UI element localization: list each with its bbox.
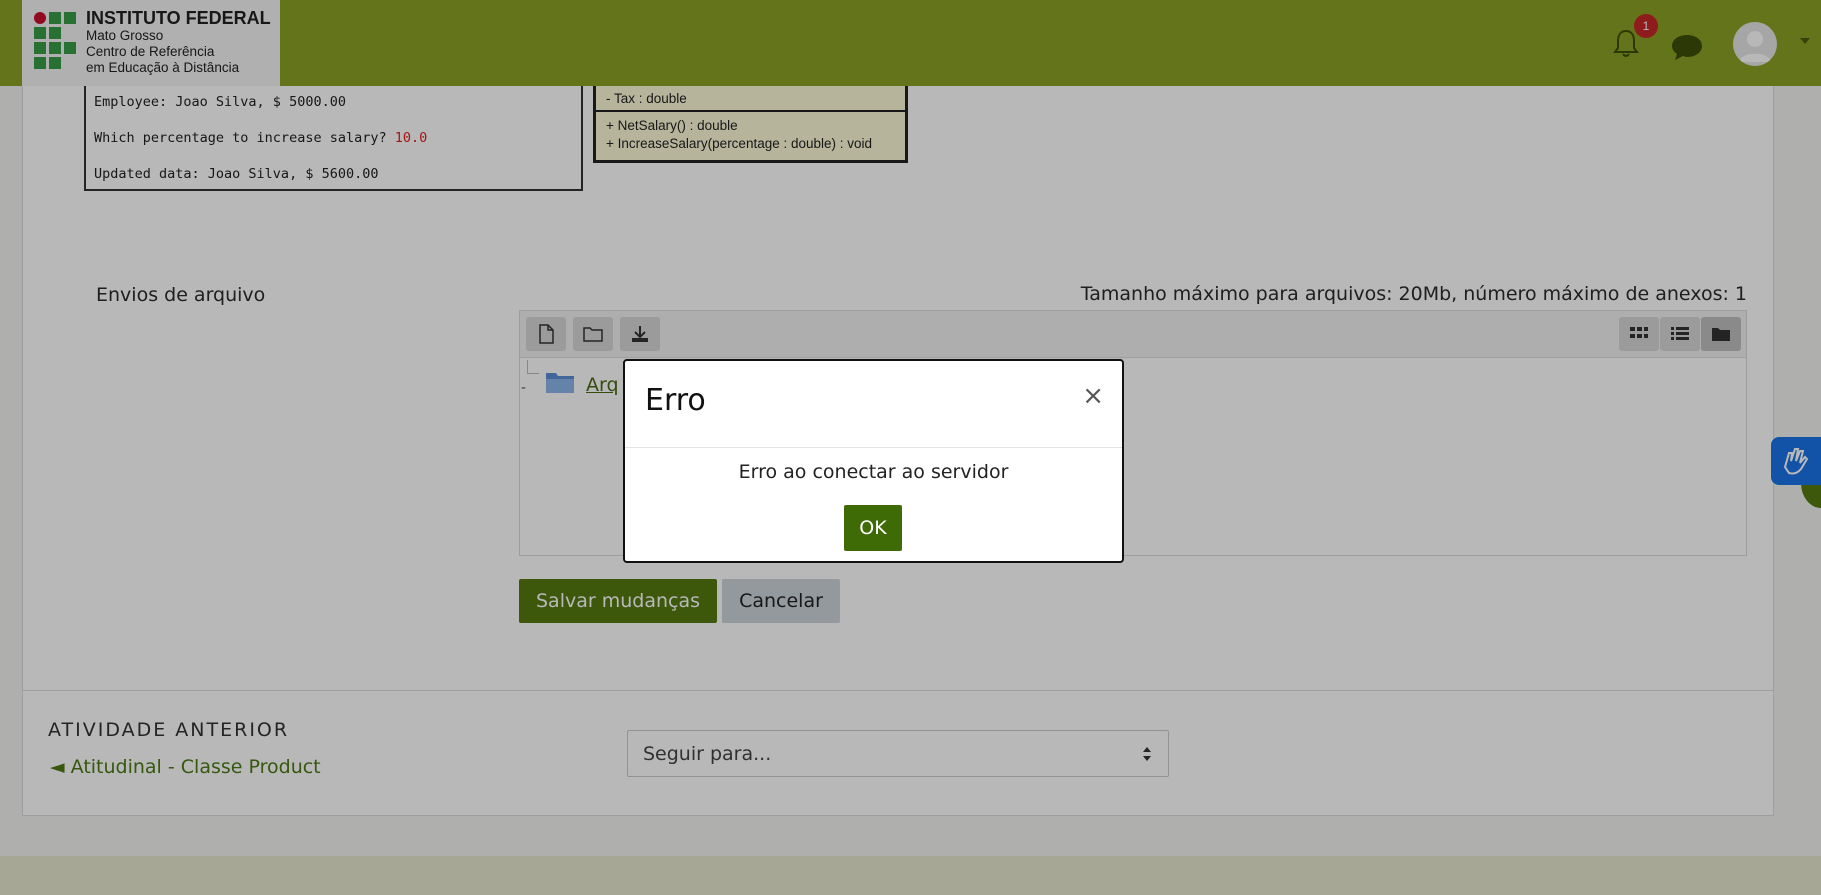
ok-button[interactable]: OK	[844, 505, 902, 551]
dialog-title: Erro	[645, 383, 706, 418]
dialog-separator	[625, 447, 1122, 448]
dialog-message: Erro ao conectar ao servidor	[738, 461, 1009, 483]
close-icon[interactable]: ×	[1082, 381, 1104, 411]
error-dialog: Erro × Erro ao conectar ao servidor OK	[623, 359, 1124, 563]
